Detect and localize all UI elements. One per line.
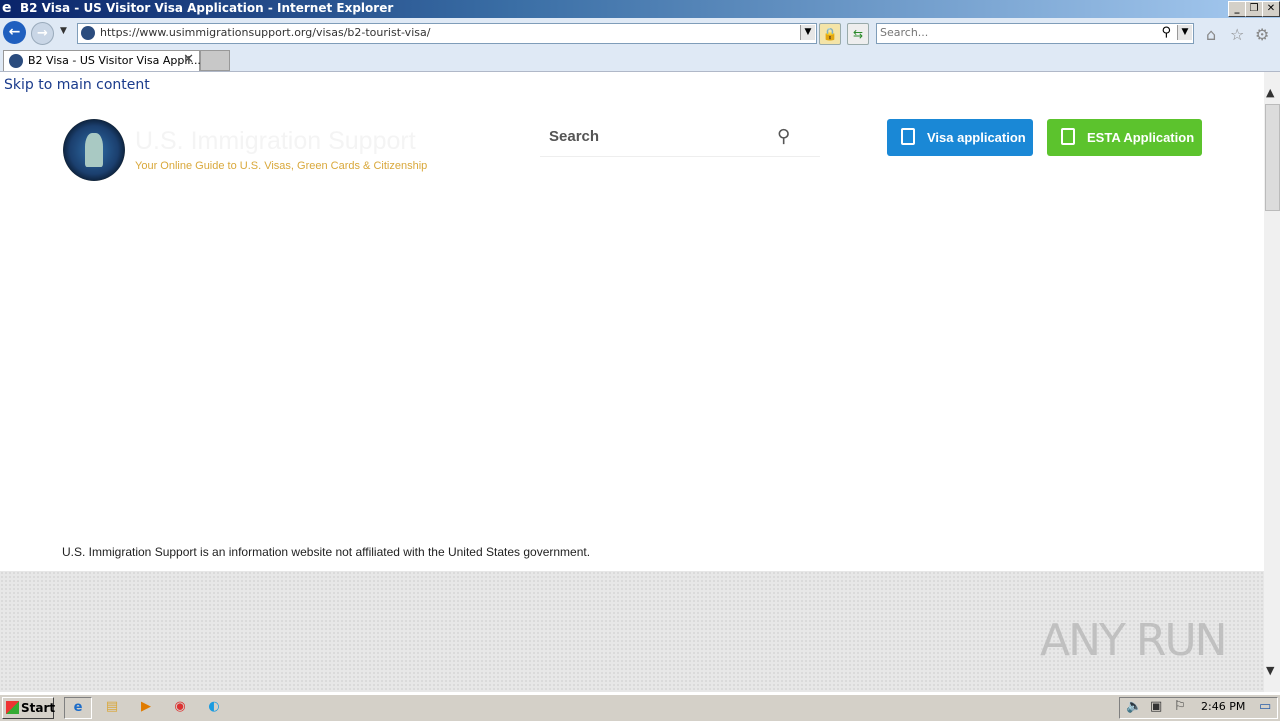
system-tray: 🔈 ▣ ⚐ 2:46 PM ▭ [1119, 697, 1278, 719]
new-tab-button[interactable] [200, 50, 230, 71]
ie-icon: e [2, 0, 12, 16]
site-logo[interactable] [63, 119, 125, 181]
tab-b2-visa[interactable]: B2 Visa - US Visitor Visa Appli... ✕ [3, 50, 201, 71]
minimize-button[interactable]: _ [1228, 1, 1246, 17]
network-icon[interactable]: ▣ [1150, 699, 1162, 714]
history-dropdown-icon[interactable]: ▼ [60, 26, 67, 36]
home-icon[interactable]: ⌂ [1206, 25, 1216, 44]
scroll-up-icon[interactable]: ▲ [1266, 86, 1274, 99]
vertical-scrollbar[interactable]: ▲ ▼ [1264, 72, 1280, 692]
browser-search-input[interactable] [880, 26, 1150, 39]
taskbar: Start e ▤ ▶ ◉ ◐ 🔈 ▣ ⚐ 2:46 PM ▭ [0, 694, 1280, 721]
scroll-down-icon[interactable]: ▼ [1266, 664, 1274, 677]
back-button[interactable]: ← [3, 21, 26, 44]
maximize-button[interactable]: ❐ [1245, 1, 1263, 17]
page-content: Skip to main content U.S. Immigration Su… [0, 72, 1264, 692]
browser-search-box[interactable]: ⚲ ▼ [876, 23, 1194, 44]
start-label: Start [21, 701, 56, 715]
windows-logo-icon [6, 701, 19, 714]
window-title-bar: e B2 Visa - US Visitor Visa Application … [0, 0, 1280, 18]
statue-of-liberty-icon [85, 133, 103, 167]
action-center-flag-icon[interactable]: ⚐ [1174, 699, 1186, 714]
esta-application-label: ESTA Application [1087, 130, 1195, 145]
navigation-bar: ← → ▼ https://www.usimmigrationsupport.o… [0, 18, 1280, 48]
show-desktop-icon[interactable]: ▭ [1259, 699, 1271, 714]
address-dropdown-icon[interactable]: ▼ [800, 25, 815, 40]
tab-label[interactable]: B2 Visa - US Visitor Visa Appli... [28, 54, 201, 67]
scrollbar-thumb[interactable] [1265, 104, 1280, 211]
anyrun-watermark: ANY RUN [1040, 615, 1228, 666]
taskbar-ie-icon[interactable]: e [64, 697, 92, 719]
settings-gear-icon[interactable]: ⚙ [1255, 25, 1269, 44]
tab-favicon-icon [9, 54, 23, 68]
clock[interactable]: 2:46 PM [1201, 700, 1245, 713]
skip-to-content-link[interactable]: Skip to main content [4, 77, 150, 93]
esta-application-button[interactable]: ESTA Application [1047, 119, 1202, 156]
favorites-star-icon[interactable]: ☆ [1230, 25, 1244, 44]
visa-application-button[interactable]: Visa application [887, 119, 1033, 156]
volume-icon[interactable]: 🔈 [1126, 699, 1142, 714]
passport-icon [901, 128, 915, 145]
lock-icon[interactable]: 🔒 [819, 23, 841, 45]
search-icon[interactable]: ⚲ [1161, 25, 1171, 40]
taskbar-edge-icon[interactable]: ◐ [201, 697, 227, 717]
search-icon[interactable]: ⚲ [777, 126, 790, 147]
site-search-input[interactable] [549, 128, 769, 145]
visa-application-label: Visa application [927, 130, 1026, 145]
start-button[interactable]: Start [2, 697, 56, 719]
taskbar-chrome-icon[interactable]: ◉ [167, 697, 193, 717]
site-search: ⚲ [540, 120, 820, 157]
close-tab-icon[interactable]: ✕ [183, 52, 194, 67]
refresh-button[interactable]: ⇆ [847, 23, 869, 45]
site-name[interactable]: U.S. Immigration Support [135, 127, 416, 156]
search-dropdown-icon[interactable]: ▼ [1177, 25, 1192, 40]
taskbar-media-player-icon[interactable]: ▶ [133, 697, 159, 717]
address-bar[interactable]: https://www.usimmigrationsupport.org/vis… [77, 23, 817, 44]
taskbar-explorer-icon[interactable]: ▤ [99, 697, 125, 717]
tab-bar: B2 Visa - US Visitor Visa Appli... ✕ [0, 48, 1280, 72]
site-favicon-icon [81, 26, 95, 40]
url-text[interactable]: https://www.usimmigrationsupport.org/vis… [100, 26, 430, 39]
forward-button[interactable]: → [31, 22, 54, 45]
site-tagline: Your Online Guide to U.S. Visas, Green C… [135, 160, 428, 172]
disclaimer-text: U.S. Immigration Support is an informati… [62, 545, 591, 559]
window-title: B2 Visa - US Visitor Visa Application - … [20, 1, 394, 15]
document-icon [1061, 128, 1075, 145]
close-button[interactable]: ✕ [1262, 1, 1280, 17]
